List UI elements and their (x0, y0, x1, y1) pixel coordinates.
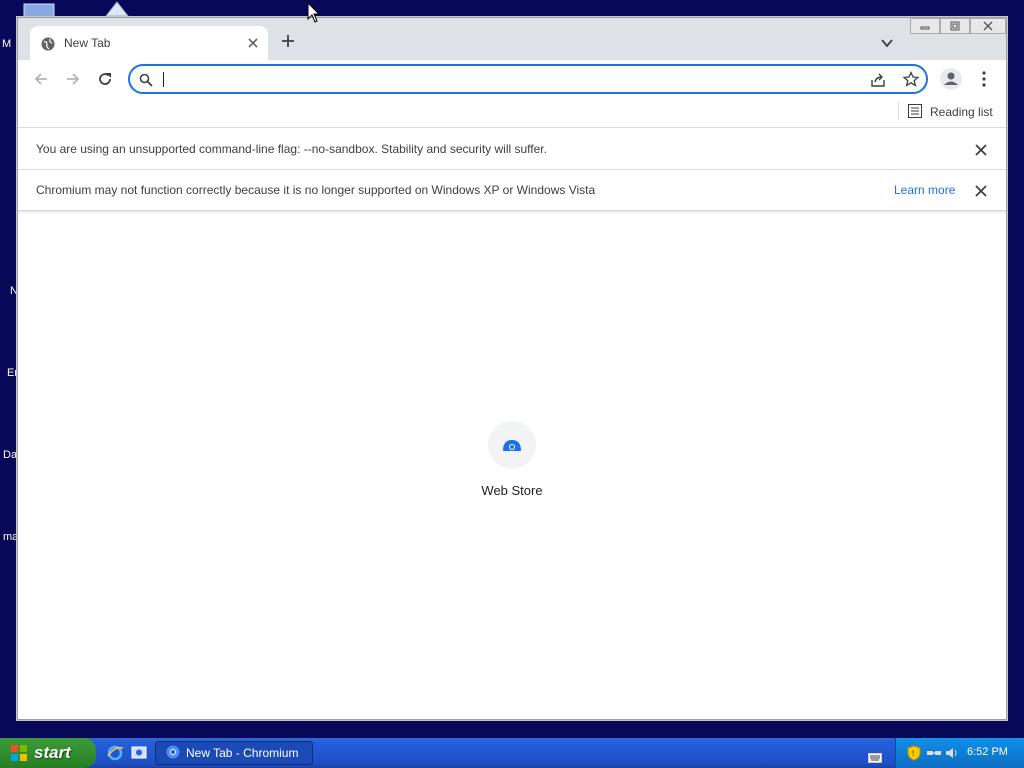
tab-new-tab[interactable]: New Tab (30, 26, 268, 60)
profile-avatar[interactable] (940, 68, 962, 90)
web-store-icon (488, 421, 536, 469)
infobar-unsupported-os: Chromium may not function correctly beca… (18, 170, 1006, 211)
mouse-cursor-icon (307, 1, 321, 24)
browser-window: New Tab Reading list You are using an un… (17, 17, 1007, 720)
close-icon[interactable] (974, 142, 988, 156)
desktop-label: Da (3, 449, 18, 461)
infobar-message: Chromium may not function correctly beca… (36, 183, 596, 197)
taskbar-clock[interactable]: 6:52 PM (967, 746, 1008, 758)
maximize-button[interactable] (940, 18, 970, 34)
start-label: start (34, 743, 71, 762)
internet-explorer-icon[interactable] (106, 744, 124, 762)
address-input[interactable] (162, 69, 852, 89)
shortcut-web-store[interactable]: Web Store (470, 421, 554, 507)
toolbar (18, 60, 1006, 100)
desktop-label: M (2, 38, 12, 50)
window-close-button[interactable] (970, 18, 1006, 34)
shortcut-label: Web Store (481, 483, 543, 498)
forward-button[interactable] (64, 70, 82, 88)
kebab-menu-icon[interactable] (976, 70, 992, 88)
separator (898, 102, 899, 120)
new-tab-page: Web Store (18, 213, 1006, 719)
windows-logo-icon (10, 744, 28, 762)
bookmark-star-icon[interactable] (902, 70, 920, 87)
search-icon (139, 72, 153, 87)
volume-icon[interactable] (944, 745, 960, 761)
reload-button[interactable] (96, 70, 114, 88)
network-icon[interactable] (926, 745, 942, 761)
list-icon (908, 103, 922, 122)
chevron-down-icon[interactable] (880, 35, 894, 49)
close-icon[interactable] (246, 35, 260, 49)
tab-strip: New Tab (18, 18, 1006, 60)
share-icon[interactable] (870, 72, 886, 88)
chromium-icon (166, 744, 180, 763)
system-tray: ! 6:52 PM (895, 738, 1024, 768)
address-bar[interactable] (128, 64, 928, 94)
infobar-message: You are using an unsupported command-lin… (36, 142, 547, 156)
new-tab-button[interactable] (280, 33, 296, 49)
text-caret (163, 72, 164, 87)
tab-title: New Tab (64, 36, 111, 50)
start-button[interactable]: start (0, 738, 96, 768)
taskbar-button-label: New Tab - Chromium (186, 746, 299, 760)
svg-text:!: ! (912, 749, 914, 758)
reading-list-button[interactable]: Reading list (908, 103, 993, 121)
security-shield-icon[interactable]: ! (906, 745, 922, 761)
taskbar: start New Tab - Chromium ! 6:52 PM (0, 738, 1024, 768)
bookmarks-bar: Reading list (18, 100, 1006, 128)
taskbar-button-chromium[interactable]: New Tab - Chromium (155, 741, 313, 765)
show-desktop-icon[interactable] (130, 744, 148, 762)
reading-list-label: Reading list (930, 105, 993, 119)
globe-icon (41, 36, 55, 51)
infobar-sandbox: You are using an unsupported command-lin… (18, 129, 1006, 170)
minimize-button[interactable] (910, 18, 940, 34)
keyboard-icon[interactable] (868, 748, 882, 763)
back-button[interactable] (32, 70, 50, 88)
learn-more-link[interactable]: Learn more (894, 183, 955, 197)
desktop-label: ma (3, 531, 19, 543)
close-icon[interactable] (974, 183, 988, 197)
